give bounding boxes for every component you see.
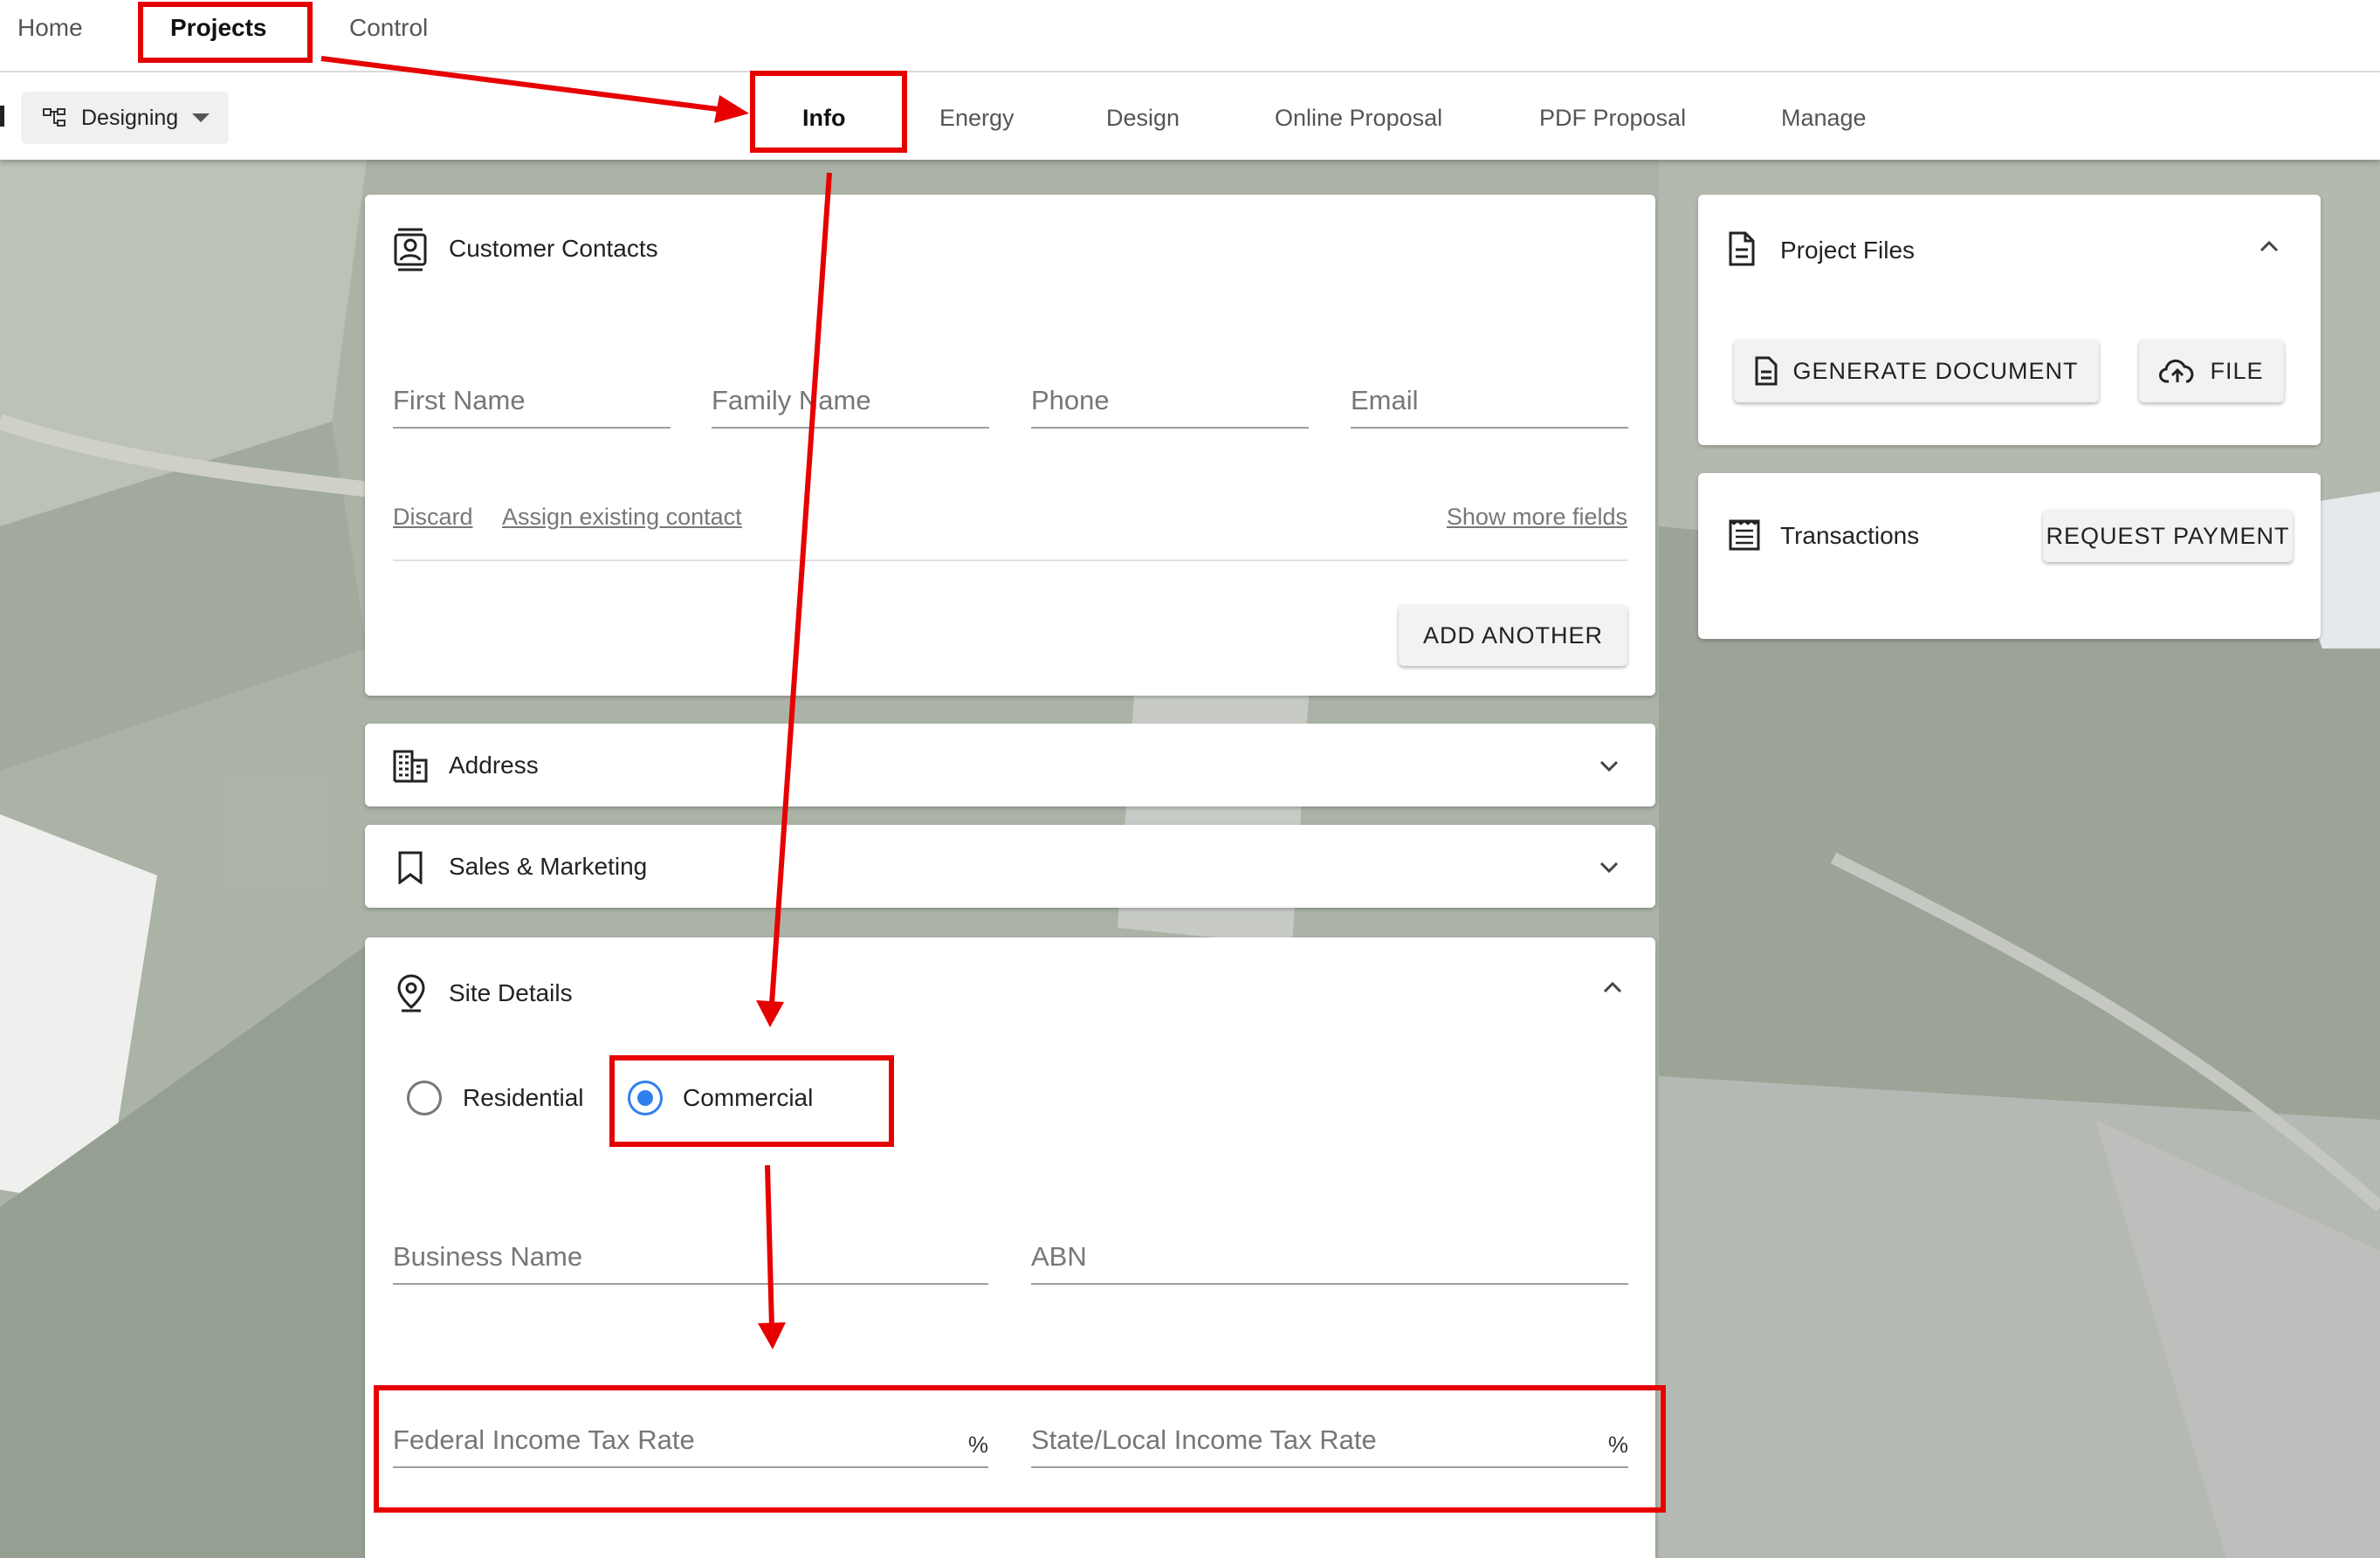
upload-file-label: FILE — [2210, 357, 2264, 384]
caret-down-icon — [192, 113, 210, 122]
commercial-radio[interactable] — [628, 1081, 663, 1115]
discard-link[interactable]: Discard — [393, 504, 473, 531]
assign-existing-contact-link[interactable]: Assign existing contact — [502, 504, 742, 531]
cloud-upload-icon — [2159, 359, 2194, 383]
state-local-income-tax-rate-placeholder: State/Local Income Tax Rate — [1031, 1424, 1377, 1455]
request-payment-label: REQUEST PAYMENT — [2046, 522, 2290, 549]
residential-label[interactable]: Residential — [463, 1084, 584, 1112]
status-label: Designing — [81, 105, 179, 130]
chevron-up-icon[interactable] — [2258, 235, 2280, 257]
sales-marketing-title: Sales & Marketing — [449, 853, 648, 880]
tab-info[interactable]: Info — [802, 105, 845, 132]
document-icon — [1729, 231, 1755, 266]
address-title: Address — [449, 752, 539, 779]
first-name-placeholder: First Name — [393, 385, 526, 415]
phone-placeholder: Phone — [1031, 385, 1110, 415]
federal-income-tax-rate-field[interactable]: Federal Income Tax Rate % — [393, 1416, 988, 1468]
customer-contacts-card: Customer Contacts First Name Family Name… — [365, 195, 1655, 696]
status-dropdown[interactable]: Designing — [21, 92, 229, 144]
transactions-card: Transactions REQUEST PAYMENT — [1698, 473, 2321, 639]
email-field[interactable]: Email — [1351, 376, 1628, 429]
project-tabs-bar: Designing Info Energy Design Online Prop… — [0, 72, 2380, 160]
contacts-icon — [394, 228, 427, 271]
request-payment-button[interactable]: REQUEST PAYMENT — [2043, 510, 2293, 562]
generate-document-label: GENERATE DOCUMENT — [1792, 357, 2079, 384]
show-more-fields-link[interactable]: Show more fields — [1447, 504, 1627, 531]
nav-control[interactable]: Control — [349, 14, 428, 42]
sales-marketing-card[interactable]: Sales & Marketing — [365, 825, 1655, 908]
project-files-card: Project Files GENERATE DOCUMENT FILE — [1698, 195, 2321, 445]
project-files-title: Project Files — [1780, 237, 1916, 264]
add-another-label: ADD ANOTHER — [1422, 621, 1604, 649]
generate-document-button[interactable]: GENERATE DOCUMENT — [1734, 340, 2099, 402]
email-placeholder: Email — [1351, 385, 1419, 415]
phone-field[interactable]: Phone — [1031, 376, 1309, 429]
site-details-title: Site Details — [449, 979, 573, 1006]
tab-energy[interactable]: Energy — [939, 105, 1015, 132]
family-name-placeholder: Family Name — [712, 385, 871, 415]
nav-home[interactable]: Home — [17, 14, 83, 42]
location-pin-icon — [397, 974, 425, 1012]
federal-income-tax-rate-placeholder: Federal Income Tax Rate — [393, 1424, 695, 1455]
state-local-income-tax-rate-field[interactable]: State/Local Income Tax Rate % — [1031, 1416, 1628, 1468]
top-nav: Home Projects Control — [0, 0, 2380, 72]
business-name-placeholder: Business Name — [393, 1241, 583, 1272]
abn-placeholder: ABN — [1031, 1241, 1087, 1272]
bookmark-icon — [398, 851, 423, 884]
nav-projects[interactable]: Projects — [170, 14, 267, 42]
sidebar-toggle[interactable] — [0, 106, 4, 127]
document-icon — [1755, 356, 1778, 386]
abn-field[interactable]: ABN — [1031, 1232, 1628, 1285]
business-name-field[interactable]: Business Name — [393, 1232, 988, 1285]
transactions-title: Transactions — [1780, 522, 1920, 549]
customer-contacts-title: Customer Contacts — [449, 235, 658, 262]
commercial-label[interactable]: Commercial — [683, 1084, 813, 1112]
tab-online-proposal[interactable]: Online Proposal — [1275, 105, 1442, 132]
chevron-down-icon[interactable] — [1598, 856, 1620, 879]
divider — [393, 559, 1627, 561]
site-details-card: Site Details Residential Commercial Busi… — [365, 937, 1655, 1558]
family-name-field[interactable]: Family Name — [712, 376, 989, 429]
upload-file-button[interactable]: FILE — [2139, 340, 2284, 402]
chevron-up-icon[interactable] — [1601, 976, 1624, 999]
residential-radio[interactable] — [407, 1081, 442, 1115]
address-card[interactable]: Address — [365, 724, 1655, 806]
tab-pdf-proposal[interactable]: PDF Proposal — [1539, 105, 1686, 132]
tab-design[interactable]: Design — [1106, 105, 1180, 132]
chevron-down-icon[interactable] — [1598, 755, 1620, 778]
first-name-field[interactable]: First Name — [393, 376, 671, 429]
building-icon — [393, 750, 428, 783]
hierarchy-icon — [43, 108, 65, 127]
tab-manage[interactable]: Manage — [1781, 105, 1867, 132]
percent-suffix: % — [967, 1431, 988, 1458]
add-another-button[interactable]: ADD ANOTHER — [1399, 605, 1627, 666]
percent-suffix: % — [1607, 1431, 1628, 1458]
receipt-icon — [1729, 519, 1760, 551]
